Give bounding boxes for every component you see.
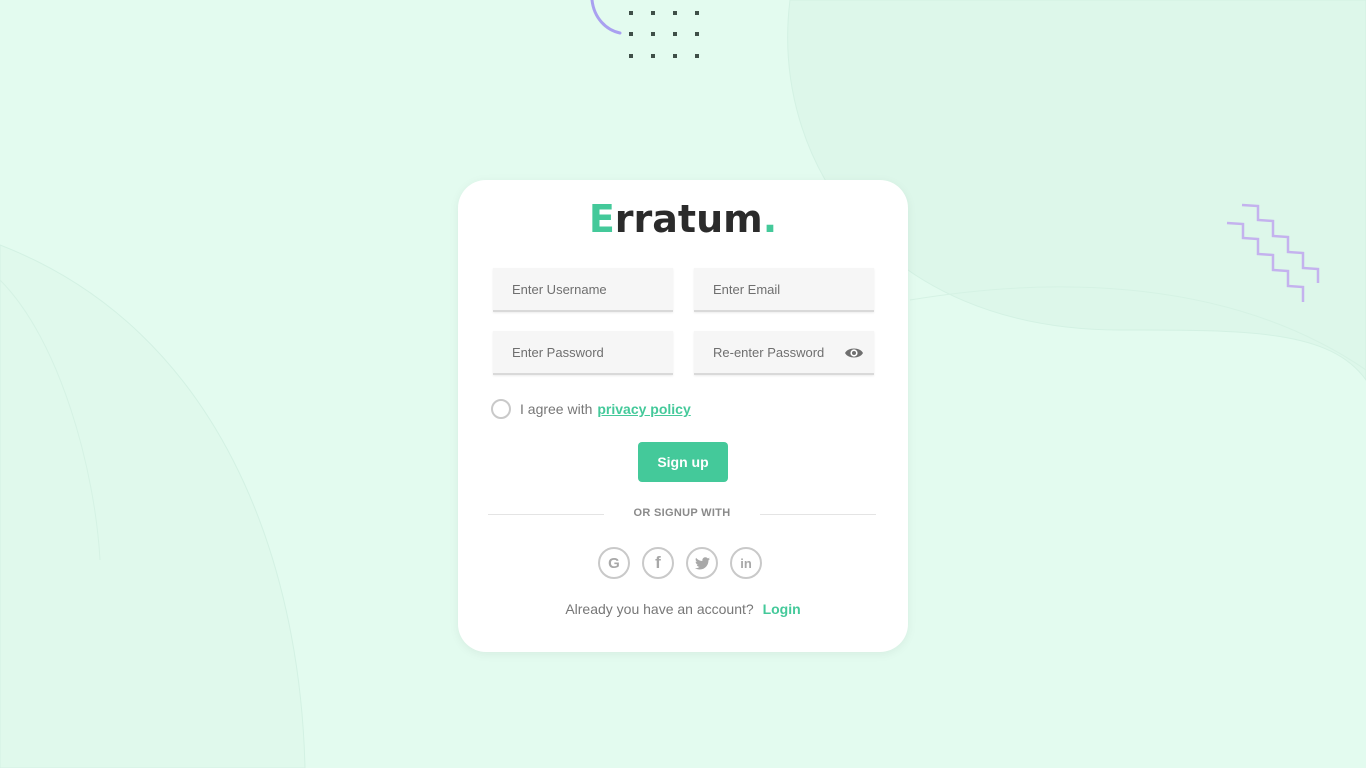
account-question-text: Already you have an account? (565, 601, 754, 617)
signup-button[interactable]: Sign up (638, 442, 728, 482)
logo-dot: . (762, 197, 778, 241)
eye-icon[interactable] (844, 345, 864, 361)
google-button[interactable]: G (598, 547, 630, 579)
agree-row: I agree with privacy policy (491, 399, 691, 419)
signup-page: Erratum. I agree with privacy policy Sig… (0, 0, 1366, 768)
facebook-button[interactable]: f (642, 547, 674, 579)
divider-line-left (488, 514, 604, 515)
agree-text: I agree with (520, 401, 593, 417)
login-row: Already you have an account? Login (458, 601, 908, 617)
twitter-button[interactable] (686, 547, 718, 579)
linkedin-icon: in (740, 555, 752, 571)
divider-line-right (760, 514, 876, 515)
privacy-policy-link[interactable]: privacy policy (597, 401, 690, 417)
purple-arc-decoration (590, 0, 622, 35)
logo-text: rratum (614, 197, 763, 241)
username-input[interactable] (493, 268, 673, 312)
facebook-icon: f (655, 553, 661, 572)
login-link[interactable]: Login (763, 601, 801, 617)
google-icon: G (608, 554, 620, 572)
dots-decoration (629, 11, 699, 58)
twitter-icon (694, 556, 710, 569)
divider-text: OR SIGNUP WITH (633, 507, 731, 519)
brand-logo: Erratum. (0, 196, 1366, 242)
background-blob-left (0, 244, 306, 768)
password-input[interactable] (493, 331, 673, 375)
email-input[interactable] (694, 268, 874, 312)
agree-radio[interactable] (491, 399, 511, 419)
linkedin-button[interactable]: in (730, 547, 762, 579)
logo-first-letter: E (588, 197, 615, 241)
